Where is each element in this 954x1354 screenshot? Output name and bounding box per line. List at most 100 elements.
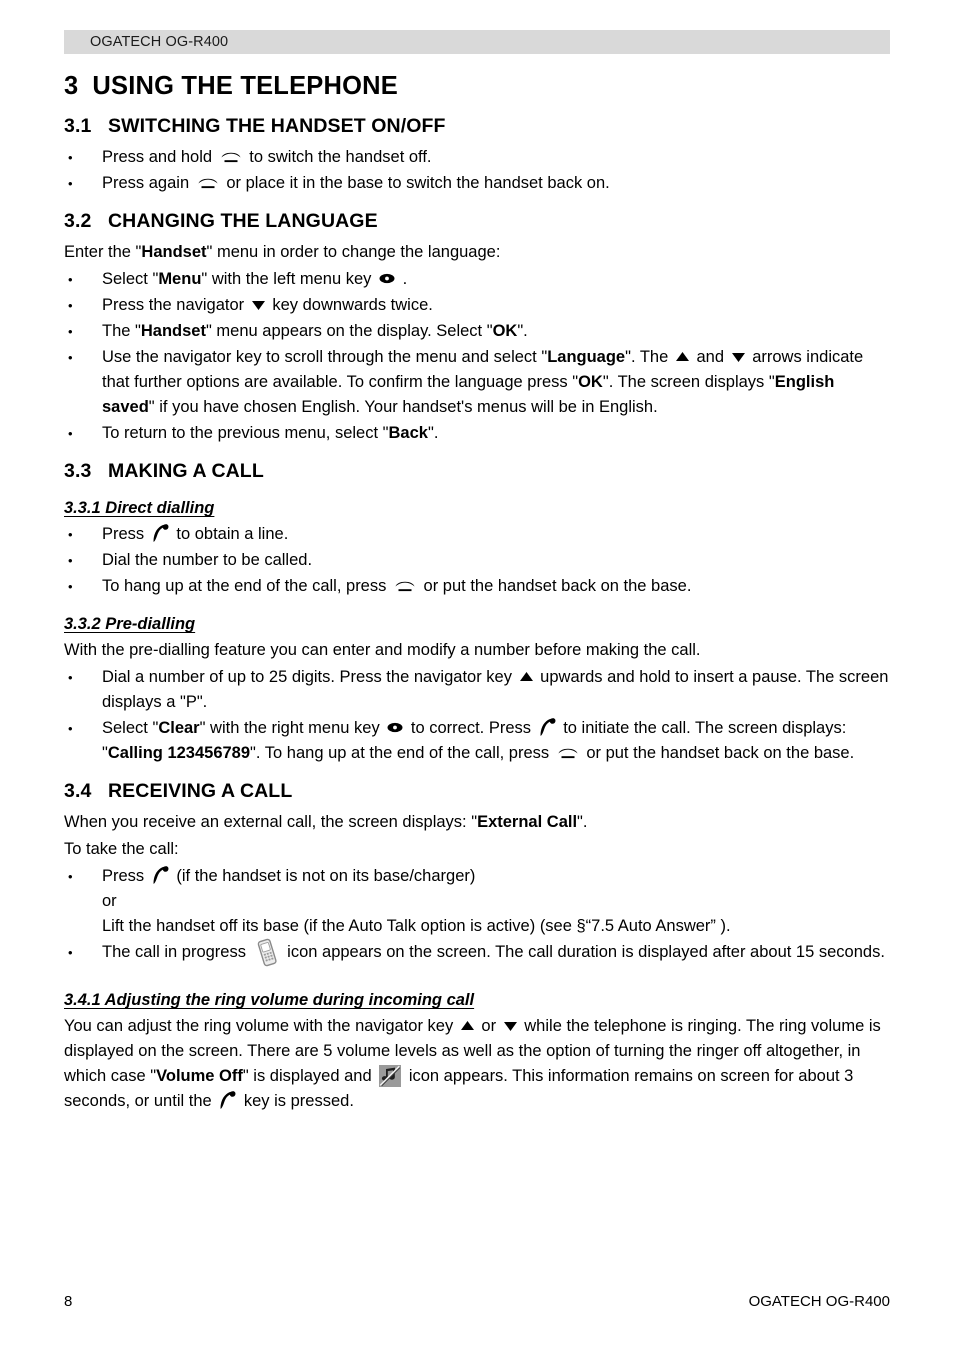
text-fragment: When you receive an external call, the s… [64, 813, 478, 831]
text-fragment: or [481, 1017, 497, 1035]
bullet-list-3-4: Press (if the handset is not on its base… [64, 864, 890, 967]
text-fragment: to switch the handset off. [249, 148, 432, 166]
section-title: SWITCHING THE HANDSET ON/OFF [108, 115, 446, 137]
hangup-icon [394, 577, 416, 593]
subsection-wrap-3-4-1: 3.4.1 Adjusting the ring volume during i… [64, 991, 890, 1010]
text-fragment: ". The [625, 348, 669, 366]
text-fragment: To return to the previous menu, select " [102, 424, 389, 442]
list-item: Press the navigator key downwards twice. [64, 293, 890, 318]
chapter-number: 3 [64, 72, 79, 100]
text-fragment: " if you have chosen English. Your hands… [148, 398, 658, 416]
arrow-up-icon [675, 351, 690, 363]
talk-key-icon [219, 1090, 236, 1110]
text-fragment: Dial a number of up to 25 digits. Press … [102, 668, 512, 686]
text-fragment: Select " [102, 270, 159, 288]
text-fragment: To hang up at the end of the call, press [102, 577, 387, 595]
text-fragment: ". [577, 813, 588, 831]
text-fragment: to obtain a line. [176, 525, 289, 543]
list-item: Dial the number to be called. [64, 548, 890, 573]
text-fragment: and [696, 348, 725, 366]
section-number: 3.4 [64, 780, 92, 802]
ringer-off-icon [379, 1065, 402, 1088]
text-fragment: or put the handset back on the base. [586, 744, 855, 762]
section-number: 3.2 [64, 210, 92, 232]
text-fragment: key downwards twice. [272, 296, 433, 314]
bold-term: Handset [141, 243, 207, 261]
bold-term: OK [578, 373, 603, 391]
bullet-list-3-3-1: Press to obtain a line. Dial the number … [64, 522, 890, 599]
section-number: 3.3 [64, 460, 92, 482]
arrow-up-icon [519, 671, 534, 683]
text-fragment: ". [517, 322, 528, 340]
section-heading-3-2: 3.2 CHANGING THE LANGUAGE [64, 210, 890, 233]
text-fragment-autotalk: Lift the handset off its base (if the Au… [102, 917, 731, 935]
list-item: To hang up at the end of the call, press… [64, 574, 890, 599]
text-fragment-or: or [102, 892, 117, 910]
bullet-list-3-2: Select "Menu" with the left menu key . P… [64, 267, 890, 446]
bold-term: Handset [140, 322, 206, 340]
text-fragment: Dial the number to be called. [102, 551, 313, 569]
paragraph-3-3-2-intro: With the pre-dialling feature you can en… [64, 641, 701, 659]
text-fragment: (if the handset is not on its base/charg… [176, 867, 476, 885]
bullet-list-3-1: Press and hold to switch the handset off… [64, 145, 890, 196]
text-fragment: . [402, 270, 408, 288]
bold-term: Language [547, 348, 626, 366]
text-fragment: The " [102, 322, 141, 340]
paragraph-3-4-1: You can adjust the ring volume with the … [64, 1014, 890, 1114]
talk-key-icon [152, 523, 169, 543]
text-fragment: Select " [102, 719, 159, 737]
talk-key-icon [539, 717, 556, 737]
arrow-down-icon [503, 1020, 518, 1032]
text-fragment: " is displayed and [242, 1067, 372, 1085]
list-item: Press again or place it in the base to s… [64, 171, 890, 196]
text-fragment: icon appears on the screen. The call dur… [287, 943, 885, 961]
chapter-heading: 3 USING THE TELEPHONE [64, 72, 890, 101]
text-fragment: Press and hold [102, 148, 213, 166]
menu-key-icon [387, 722, 403, 733]
hangup-icon [197, 174, 219, 190]
section-number: 3.1 [64, 115, 92, 137]
arrow-down-icon [731, 351, 746, 363]
text-fragment: " menu in order to change the language: [206, 243, 501, 261]
hangup-icon [220, 148, 242, 164]
list-item: Use the navigator key to scroll through … [64, 345, 890, 420]
bold-term: Calling 123456789 [107, 744, 251, 762]
list-item: Press and hold to switch the handset off… [64, 145, 890, 170]
list-item: The call in progress [64, 938, 890, 967]
bold-term: Back [388, 424, 428, 442]
bullet-list-3-3-2: Dial a number of up to 25 digits. Press … [64, 665, 890, 766]
text-fragment: The call in progress [102, 943, 246, 961]
text-fragment: key is pressed. [243, 1092, 354, 1110]
bold-term: Menu [158, 270, 202, 288]
page-content: OGATECH OG-R400 3 USING THE TELEPHONE 3.1… [64, 0, 890, 1116]
list-item: Select "Menu" with the left menu key . [64, 267, 890, 292]
list-item: Dial a number of up to 25 digits. Press … [64, 665, 890, 715]
section-heading-3-3: 3.3 MAKING A CALL [64, 460, 890, 483]
section-heading-3-4: 3.4 RECEIVING A CALL [64, 780, 890, 803]
text-fragment: Use the navigator key to scroll through … [102, 348, 548, 366]
bold-term: OK [492, 322, 518, 340]
bold-term: Volume Off [156, 1067, 243, 1085]
text-fragment: ". The screen displays " [602, 373, 775, 391]
subsection-wrap-3-3-1: 3.3.1 Direct dialling [64, 499, 890, 518]
text-fragment: or place it in the base to switch the ha… [226, 174, 610, 192]
section-title: CHANGING THE LANGUAGE [108, 210, 378, 232]
list-item: Press (if the handset is not on its base… [64, 864, 890, 939]
section-title: RECEIVING A CALL [108, 780, 293, 802]
text-fragment: Press [102, 867, 145, 885]
text-fragment: " with the right menu key [199, 719, 380, 737]
text-fragment: Press the navigator [102, 296, 245, 314]
paragraph-3-2-intro: Enter the "Handset" menu in order to cha… [64, 240, 890, 265]
text-fragment: Enter the " [64, 243, 142, 261]
text-fragment: Press [102, 525, 145, 543]
text-fragment: ". [427, 424, 439, 442]
text-fragment: to correct. Press [410, 719, 532, 737]
arrow-up-icon [460, 1020, 475, 1032]
hangup-icon [557, 744, 579, 760]
document-page: OGATECH OG-R400 3 USING THE TELEPHONE 3.1… [0, 0, 954, 1354]
page-number: 8 [64, 1293, 73, 1310]
subsection-wrap-3-3-2: 3.3.2 Pre-dialling [64, 615, 890, 634]
arrow-down-icon [251, 299, 266, 311]
paragraph-3-4-take-call: To take the call: [64, 840, 179, 858]
text-fragment: or put the handset back on the base. [423, 577, 692, 595]
